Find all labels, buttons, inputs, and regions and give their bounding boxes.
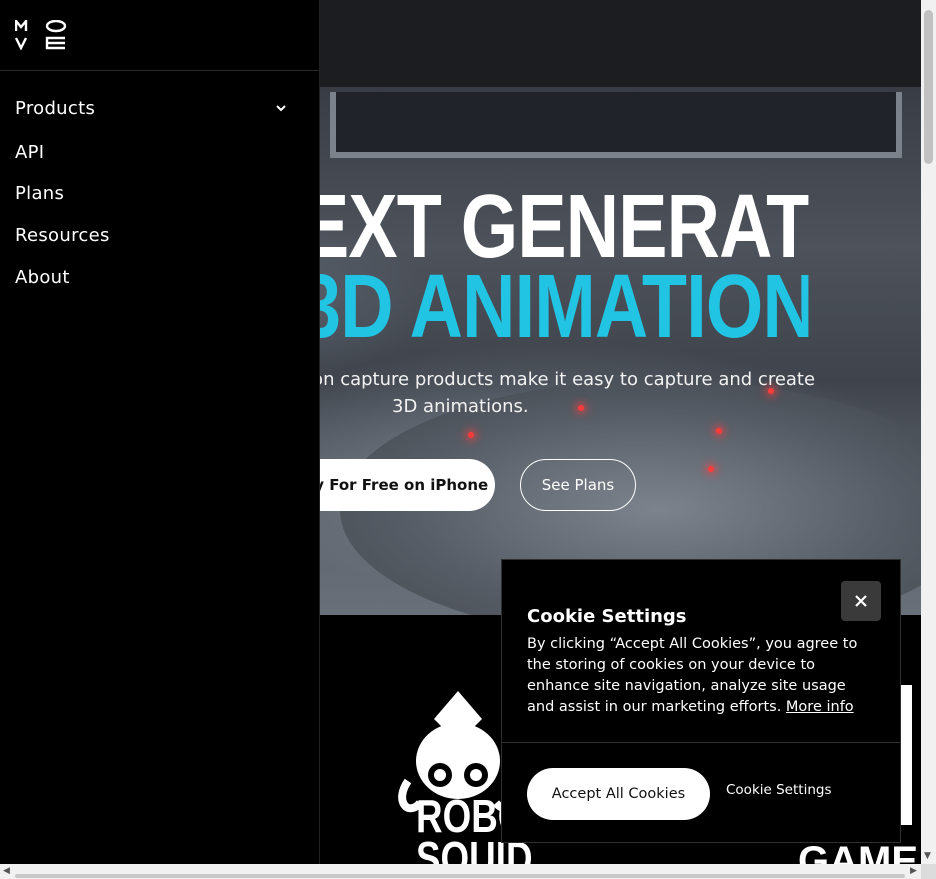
hero-light xyxy=(468,432,474,438)
close-icon xyxy=(855,595,867,607)
nav-item-about[interactable]: About xyxy=(15,267,70,288)
chevron-down-icon[interactable] xyxy=(274,101,288,115)
move-logo[interactable] xyxy=(15,20,67,50)
cookie-close-button[interactable] xyxy=(841,581,881,621)
vertical-scrollbar[interactable]: ▼ xyxy=(921,0,936,864)
nav-item-plans[interactable]: Plans xyxy=(15,183,64,204)
see-plans-button[interactable]: See Plans xyxy=(520,459,636,511)
horizontal-scrollbar-thumb[interactable] xyxy=(15,874,905,878)
nav-item-resources[interactable]: Resources xyxy=(15,225,110,246)
scrollbar-corner xyxy=(921,864,936,879)
vertical-scrollbar-thumb[interactable] xyxy=(924,10,933,164)
hero-headline-line1: EXT GENERATION xyxy=(300,182,809,272)
cookie-more-info-link[interactable]: More info xyxy=(786,699,854,715)
sidebar-menu: Products API Plans Resources About xyxy=(0,0,320,864)
cookie-dialog: Cookie Settings By clicking “Accept All … xyxy=(501,559,901,843)
cookie-title: Cookie Settings xyxy=(527,606,687,627)
scroll-down-arrow-icon[interactable]: ▼ xyxy=(924,849,931,864)
hero-background-window xyxy=(330,92,902,158)
nav-item-products[interactable]: Products xyxy=(15,98,95,119)
scroll-right-arrow-icon[interactable]: ▶ xyxy=(910,864,917,879)
accept-all-cookies-button[interactable]: Accept All Cookies xyxy=(527,768,710,820)
cookie-body: By clicking “Accept All Cookies”, you ag… xyxy=(527,634,877,718)
hero-subtext: tion capture products make it easy to ca… xyxy=(300,366,840,420)
scroll-left-arrow-icon[interactable]: ◀ xyxy=(3,864,10,879)
hero-subtext-line1: tion capture products make it easy to ca… xyxy=(300,369,816,390)
partner-logo-games: ES xyxy=(320,775,322,809)
cookie-divider xyxy=(502,742,900,743)
hero-light xyxy=(708,466,714,472)
hero-subtext-line2: 3D animations. xyxy=(392,396,529,417)
nav-item-api[interactable]: API xyxy=(15,142,44,163)
hero-headline-line2: 3D ANIMATION xyxy=(300,262,809,352)
hero-light xyxy=(716,428,722,434)
cookie-settings-button[interactable]: Cookie Settings xyxy=(726,782,831,798)
sidebar-header xyxy=(0,0,319,71)
horizontal-scrollbar[interactable]: ◀ ▶ xyxy=(0,864,921,879)
